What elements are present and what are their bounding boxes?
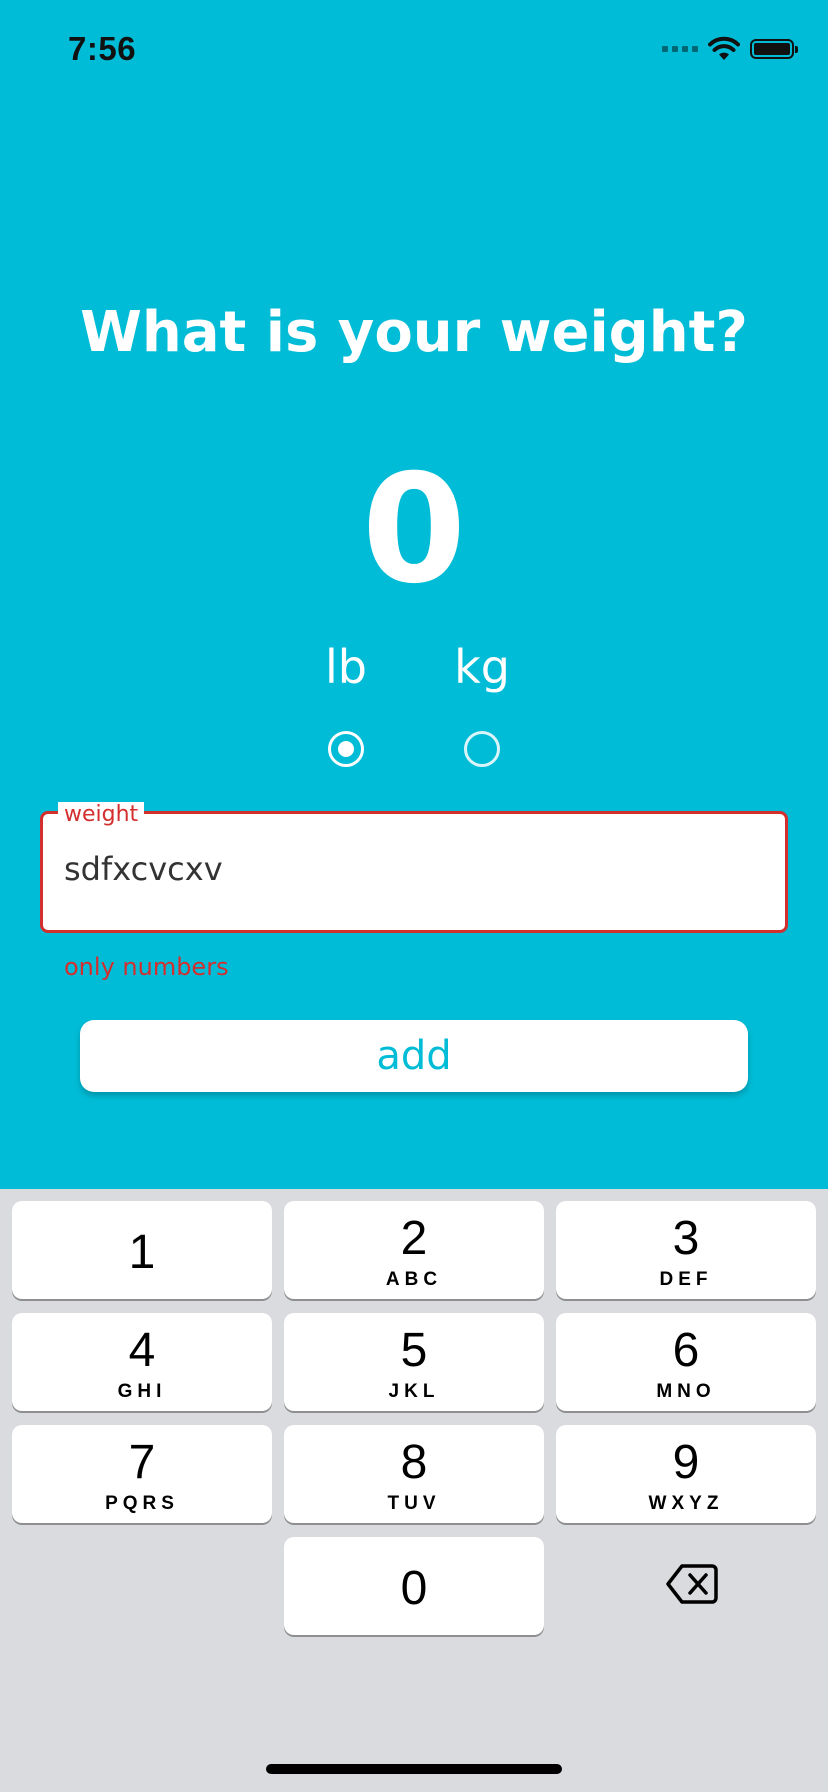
key-letters: GHI [117,1381,167,1402]
backspace-icon[interactable] [666,1562,718,1606]
key-7[interactable]: 7 PQRS [12,1425,272,1523]
key-number: 3 [672,1212,700,1265]
weight-value-display: 0 [361,443,467,617]
key-number: 9 [672,1436,700,1489]
status-time: 7:56 [68,30,137,67]
home-indicator [266,1764,562,1774]
unit-label-lb: lb [325,640,367,694]
key-letters: JKL [388,1381,440,1402]
page-title: What is your weight? [80,300,748,365]
key-1[interactable]: 1 [12,1201,272,1299]
status-icons [662,36,798,62]
key-letters: PQRS [105,1493,179,1514]
key-8[interactable]: 8 TUV [284,1425,544,1523]
key-number: 6 [672,1324,700,1377]
key-6[interactable]: 6 MNO [556,1313,816,1411]
key-letters: MNO [656,1381,716,1402]
unit-radio-lb[interactable] [328,731,364,767]
key-4[interactable]: 4 GHI [12,1313,272,1411]
key-letters: ABC [385,1269,443,1290]
key-number: 8 [400,1436,428,1489]
unit-radio-kg[interactable] [464,731,500,767]
add-button[interactable]: add [80,1020,748,1092]
weight-input-value[interactable]: sdfxcvcxv [64,850,223,888]
key-number: 4 [128,1324,156,1377]
weight-field-label: weight [58,802,145,828]
app-screen: 7:56 What is your weight? 0 lb kg weight… [0,0,828,1189]
weight-error-message: only numbers [64,953,229,981]
key-letters: DEF [659,1269,713,1290]
key-number: 7 [128,1436,156,1489]
key-number: 2 [400,1212,428,1265]
battery-icon [750,39,798,59]
key-5[interactable]: 5 JKL [284,1313,544,1411]
cellular-signal-icon [662,46,698,52]
key-letters: WXYZ [648,1493,724,1514]
key-number: 0 [400,1562,428,1615]
key-number: 5 [400,1324,428,1377]
key-2[interactable]: 2 ABC [284,1201,544,1299]
key-0[interactable]: 0 [284,1537,544,1635]
radio-selected-dot [338,741,354,757]
key-letters: TUV [387,1493,441,1514]
wifi-icon [708,36,740,60]
key-3[interactable]: 3 DEF [556,1201,816,1299]
unit-label-kg: kg [454,640,510,694]
key-number: 1 [128,1226,156,1279]
key-9[interactable]: 9 WXYZ [556,1425,816,1523]
